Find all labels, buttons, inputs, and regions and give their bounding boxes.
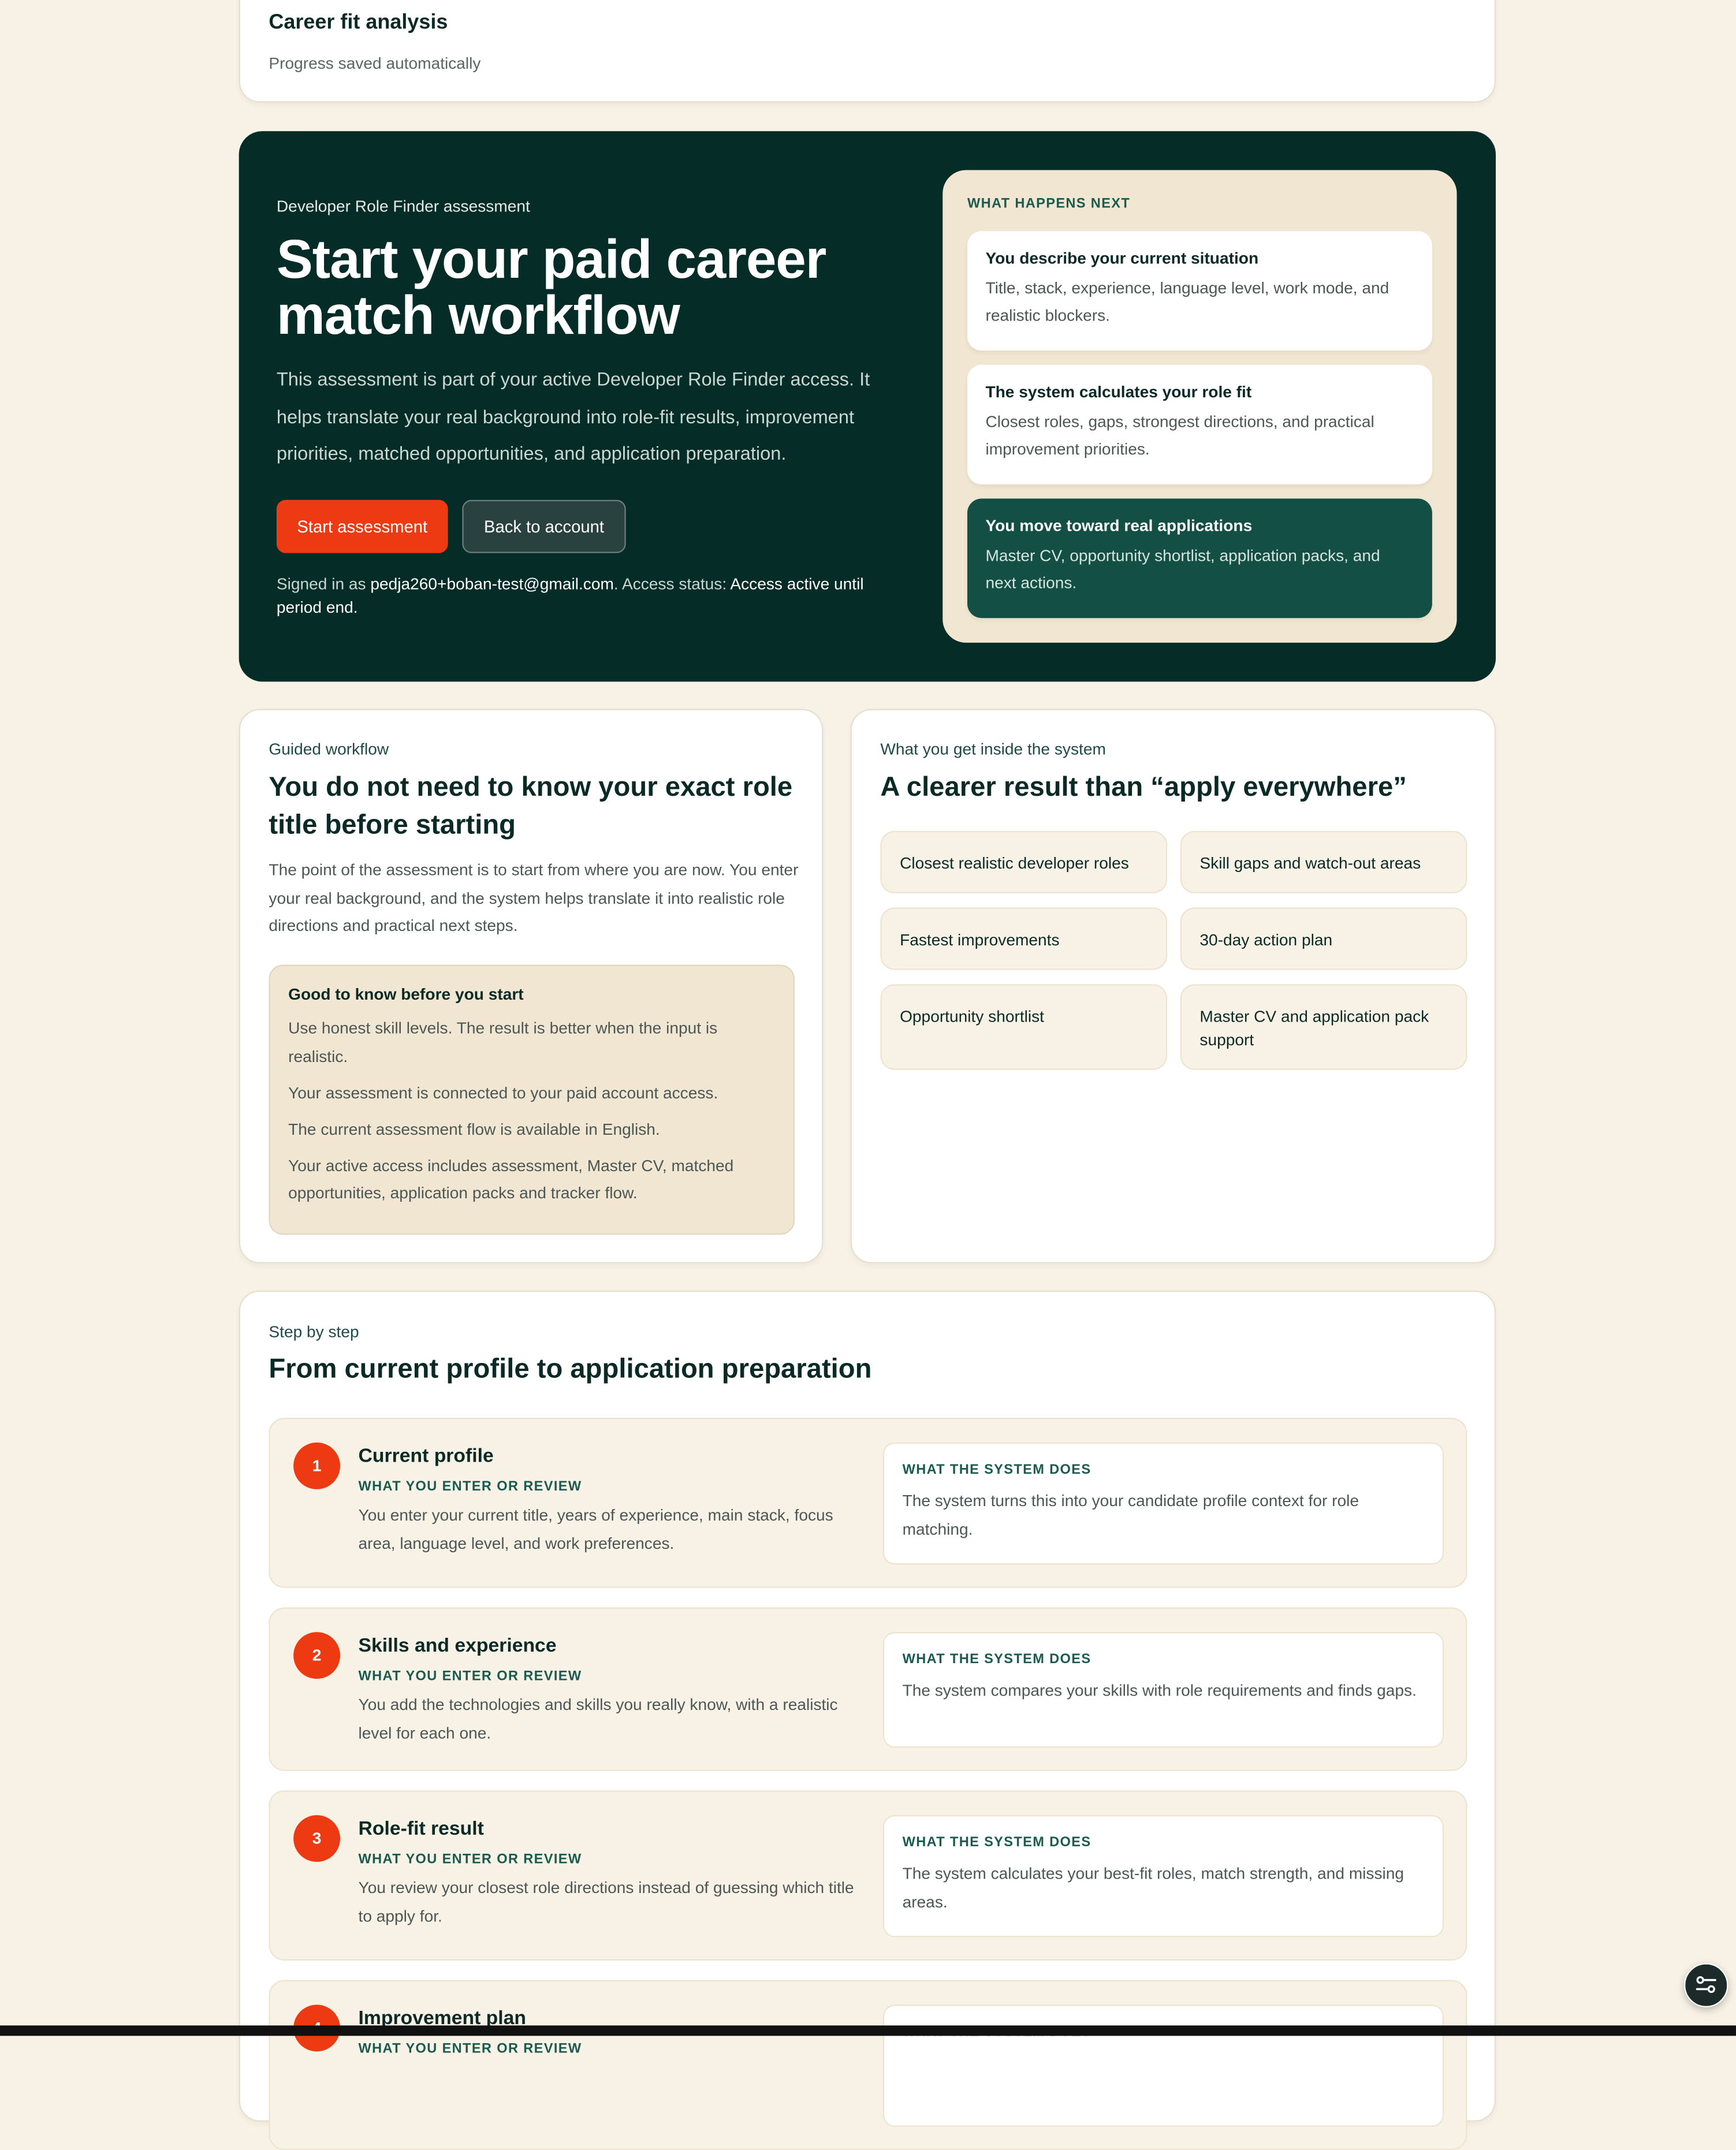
system-does-label: WHAT THE SYSTEM DOES [902,1834,1091,1850]
feature-tile: Opportunity shortlist [880,984,1168,1070]
good-to-know-box: Good to know before you start Use honest… [269,964,795,1235]
signed-prefix: Signed in as [276,575,371,594]
save-status: Progress saved automatically [269,54,481,73]
system-does-box: WHAT THE SYSTEM DOES The system turns th… [882,1442,1444,1565]
step-enter-label: WHAT YOU ENTER OR REVIEW [358,1478,582,1495]
guided-eyebrow: Guided workflow [269,740,389,759]
feature-tile: Master CV and application pack support [1180,984,1467,1070]
good-to-know-item: Your assessment is connected to your pai… [288,1083,718,1102]
guided-title: You do not need to know your exact role … [269,772,793,840]
system-does-box: WHAT THE SYSTEM DOES The system calculat… [882,1815,1444,1937]
next-step-text: Master CV, opportunity shortlist, applic… [985,546,1380,593]
access-prefix: . Access status: [613,575,731,594]
next-step-title: The system calculates your role fit [985,383,1252,401]
next-step-text: Title, stack, experience, language level… [985,279,1389,325]
good-to-know-title: Good to know before you start [288,985,524,1004]
next-step-text: Closest roles, gaps, strongest direction… [985,412,1374,459]
guided-workflow-card: Guided workflow You do not need to know … [239,709,824,1264]
step-enter-label: WHAT YOU ENTER OR REVIEW [358,2041,582,2057]
steps-title: From current profile to application prep… [269,1354,872,1384]
system-does-label: WHAT THE SYSTEM DOES [902,1651,1091,1667]
step-number-badge: 2 [293,1632,341,1679]
what-happens-next-panel: WHAT HAPPENS NEXT You describe your curr… [942,170,1457,643]
workflow-step: 3 Role-fit result WHAT YOU ENTER OR REVI… [269,1790,1467,1961]
good-to-know-item: Your active access includes assessment, … [288,1156,734,1202]
step-enter-text: You add the technologies and skills you … [358,1696,838,1742]
system-does-text: The system calculates your best-fit role… [902,1864,1405,1911]
workflow-step: 2 Skills and experience WHAT YOU ENTER O… [269,1607,1467,1771]
next-step-card: The system calculates your role fit Clos… [967,364,1432,485]
start-assessment-button[interactable]: Start assessment [276,500,448,553]
signed-in-status: Signed in as pedja260+boban-test@gmail.c… [277,573,887,620]
step-title: Role-fit result [358,1817,484,1840]
guided-text: The point of the assessment is to start … [269,860,799,935]
bottom-edge-bar [0,2025,1736,2036]
hero-description: This assessment is part of your active D… [276,370,870,465]
system-does-box: WHAT THE SYSTEM DOES The system compares… [882,1632,1444,1748]
feature-tile: Fastest improvements [880,907,1168,970]
next-step-title: You move toward real applications [985,516,1253,535]
system-does-box: WHAT THE SYSTEM DOES [882,2004,1444,2127]
step-enter-label: WHAT YOU ENTER OR REVIEW [358,1851,582,1868]
step-title: Skills and experience [358,1634,557,1657]
hero-title: Start your paid career match workflow [276,228,827,346]
system-does-text: The system turns this into your candidat… [902,1492,1359,1538]
step-enter-text: You enter your current title, years of e… [358,1506,833,1552]
good-to-know-item: Use honest skill levels. The result is b… [288,1019,718,1065]
workflow-step: 4 Improvement plan WHAT YOU ENTER OR REV… [269,1980,1467,2150]
hero-section: Developer Role Finder assessment Start y… [239,131,1496,682]
what-happens-next-label: WHAT HAPPENS NEXT [967,196,1131,212]
next-step-card-highlighted: You move toward real applications Master… [967,498,1432,618]
hero-eyebrow: Developer Role Finder assessment [276,197,530,216]
page-title: Career fit analysis [269,12,448,34]
step-enter-text: You review your closest role directions … [358,1879,854,1925]
step-number-badge: 3 [293,1815,341,1862]
filter-settings-icon [1696,1976,1716,1993]
steps-eyebrow: Step by step [269,1323,359,1342]
workflow-step: 1 Current profile WHAT YOU ENTER OR REVI… [269,1418,1467,1588]
step-number-badge: 1 [293,1442,341,1489]
next-step-title: You describe your current situation [985,249,1259,268]
progress-header-card: Career fit analysis Progress saved autom… [239,0,1496,103]
back-to-account-button[interactable]: Back to account [462,500,626,553]
feature-tile: Closest realistic developer roles [880,830,1168,893]
user-email: pedja260+boban-test@gmail.com [370,575,614,594]
floating-settings-button[interactable] [1684,1963,1728,2007]
get-eyebrow: What you get inside the system [880,740,1106,759]
next-step-card: You describe your current situation Titl… [967,231,1432,351]
step-enter-label: WHAT YOU ENTER OR REVIEW [358,1668,582,1685]
what-you-get-card: What you get inside the system A clearer… [850,709,1496,1264]
feature-tile: Skill gaps and watch-out areas [1180,830,1467,893]
step-by-step-card: Step by step From current profile to app… [239,1290,1496,2150]
feature-tile: 30-day action plan [1180,907,1467,970]
system-does-text: The system compares your skills with rol… [902,1681,1417,1700]
good-to-know-item: The current assessment flow is available… [288,1120,660,1138]
step-title: Current profile [358,1445,494,1467]
system-does-label: WHAT THE SYSTEM DOES [902,1462,1091,1478]
signed-suffix: . [353,598,358,617]
get-title: A clearer result than “apply everywhere” [880,772,1407,803]
